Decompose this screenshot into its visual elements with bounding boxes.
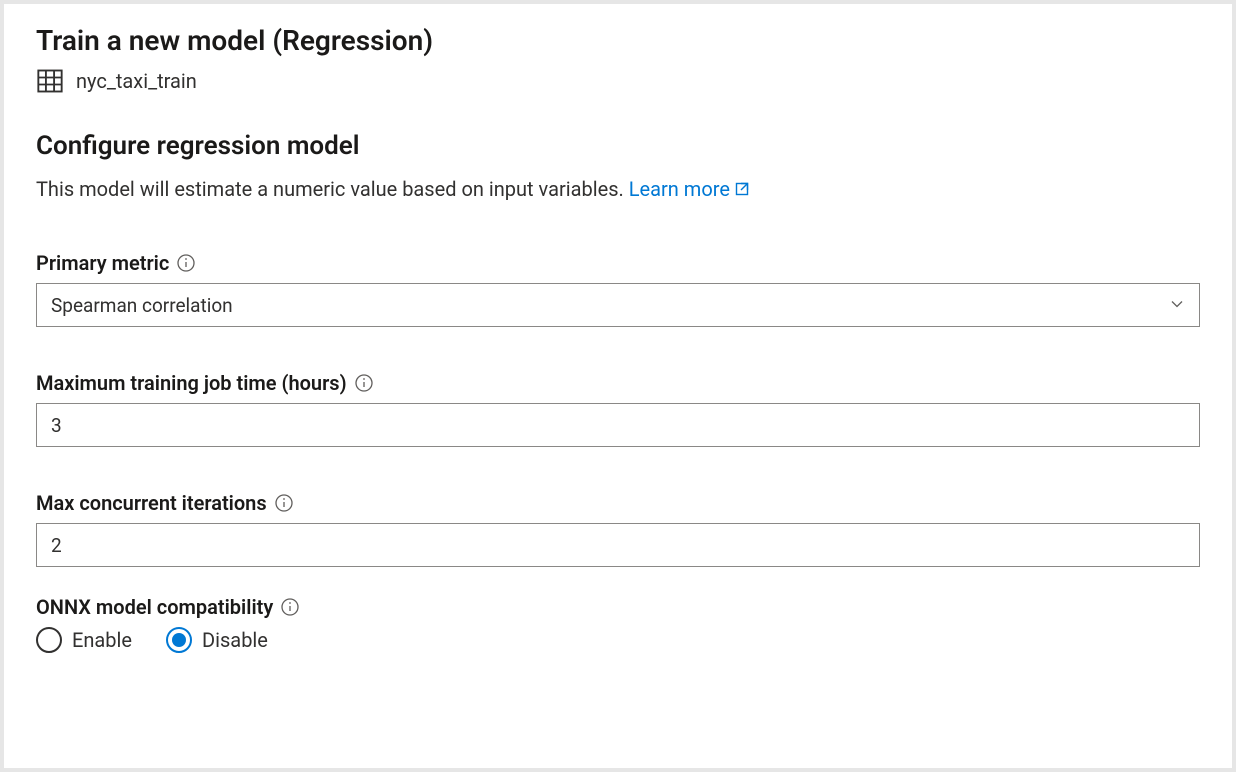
onnx-enable-radio[interactable]: Enable xyxy=(36,627,132,653)
external-link-icon xyxy=(730,177,750,201)
section-description-text: This model will estimate a numeric value… xyxy=(36,177,629,201)
info-icon[interactable] xyxy=(281,598,299,616)
section-description: This model will estimate a numeric value… xyxy=(36,175,1200,203)
onnx-label: ONNX model compatibility xyxy=(36,595,273,619)
info-icon[interactable] xyxy=(355,374,373,392)
config-panel: Train a new model (Regression) nyc_taxi_… xyxy=(4,4,1232,768)
dataset-row: nyc_taxi_train xyxy=(36,67,1200,95)
dataset-name: nyc_taxi_train xyxy=(76,69,197,93)
page-title: Train a new model (Regression) xyxy=(36,24,1200,57)
onnx-enable-label: Enable xyxy=(72,628,132,652)
learn-more-label: Learn more xyxy=(629,177,730,201)
chevron-down-icon xyxy=(1169,294,1185,317)
learn-more-link[interactable]: Learn more xyxy=(629,177,750,201)
max-concurrent-input[interactable] xyxy=(36,523,1200,567)
section-title: Configure regression model xyxy=(36,131,1200,161)
onnx-disable-label: Disable xyxy=(202,628,268,652)
max-concurrent-label: Max concurrent iterations xyxy=(36,491,267,515)
table-icon xyxy=(36,67,64,95)
info-icon[interactable] xyxy=(275,494,293,512)
max-training-time-input[interactable] xyxy=(36,403,1200,447)
radio-icon xyxy=(166,627,192,653)
max-training-time-label: Maximum training job time (hours) xyxy=(36,371,347,395)
primary-metric-value: Spearman correlation xyxy=(51,294,233,317)
info-icon[interactable] xyxy=(177,254,195,272)
radio-icon xyxy=(36,627,62,653)
onnx-disable-radio[interactable]: Disable xyxy=(166,627,268,653)
primary-metric-label: Primary metric xyxy=(36,251,169,275)
primary-metric-dropdown[interactable]: Spearman correlation xyxy=(36,283,1200,327)
onnx-radio-group: Enable Disable xyxy=(36,627,1200,653)
